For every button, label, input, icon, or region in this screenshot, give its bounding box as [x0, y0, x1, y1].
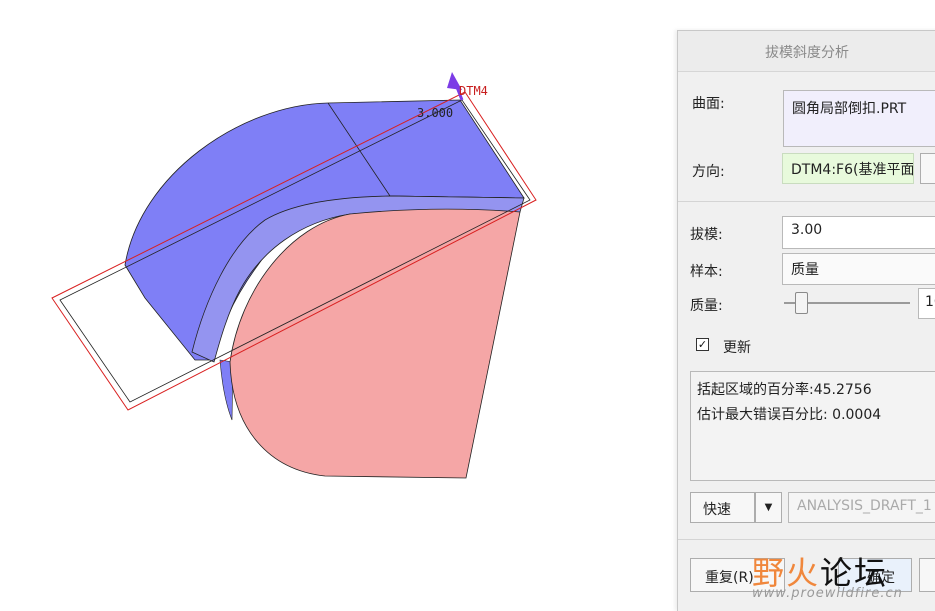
quality-input[interactable]: 10 — [918, 288, 935, 319]
enclosed-area-percent: 括起区域的百分率:45.2756 — [697, 382, 872, 398]
speed-value: 快速 — [703, 502, 731, 518]
separator — [678, 201, 935, 202]
surface-value: 圆角局部倒扣.PRT — [792, 101, 907, 117]
chevron-down-icon: ▼ — [764, 502, 773, 513]
watermark-url: www.proewildfire.cn — [752, 586, 903, 601]
draft-angle-input[interactable]: 3.00 — [782, 216, 935, 249]
pink-draft-region — [229, 208, 521, 479]
model-viewport[interactable]: DTM4 3.000 — [0, 0, 670, 610]
speed-dropdown-arrow[interactable]: ▼ — [755, 492, 782, 523]
surface-collector[interactable]: 圆角局部倒扣.PRT — [783, 90, 935, 147]
draft-annotation: 3.000 — [417, 106, 453, 120]
datum-label[interactable]: DTM4 — [459, 84, 488, 98]
speed-dropdown[interactable]: 快速 — [690, 492, 755, 523]
sample-dropdown[interactable]: 质量 — [782, 253, 935, 285]
model-graphics: DTM4 3.000 — [51, 72, 537, 479]
reset-button-label: 重复(R) — [705, 570, 754, 586]
max-error-percent: 估计最大错误百分比: 0.0004 — [697, 407, 882, 423]
draft-angle-value: 3.00 — [791, 222, 823, 238]
analysis-name-value: ANALYSIS_DRAFT_1 — [797, 498, 932, 514]
draft-analysis-dialog: 拔模斜度分析 曲面: 圆角局部倒扣.PRT 方向: DTM4:F6(基准平面) … — [677, 30, 935, 611]
dialog-title: 拔模斜度分析 — [765, 45, 849, 61]
sample-value: 质量 — [791, 262, 819, 278]
quality-slider-thumb[interactable] — [795, 292, 808, 314]
update-label: 更新 — [723, 340, 751, 356]
cancel-button[interactable] — [919, 558, 935, 592]
sample-label: 样本: — [690, 264, 723, 280]
direction-value: DTM4:F6(基准平面) — [791, 162, 914, 178]
quality-value: 10 — [925, 294, 935, 310]
surface-label: 曲面: — [692, 96, 725, 112]
update-checkbox[interactable]: ✓ — [696, 338, 709, 351]
direction-collector[interactable]: DTM4:F6(基准平面) — [782, 153, 914, 184]
direction-label: 方向: — [692, 164, 725, 180]
result-panel: 括起区域的百分率:45.2756 估计最大错误百分比: 0.0004 — [690, 371, 935, 481]
quality-label: 质量: — [690, 298, 723, 314]
analysis-name-field[interactable]: ANALYSIS_DRAFT_1 — [788, 492, 935, 523]
flip-direction-button[interactable] — [920, 153, 935, 184]
dialog-titlebar[interactable]: 拔模斜度分析 — [678, 31, 935, 72]
separator — [678, 539, 935, 540]
draft-label: 拔模: — [690, 227, 723, 243]
